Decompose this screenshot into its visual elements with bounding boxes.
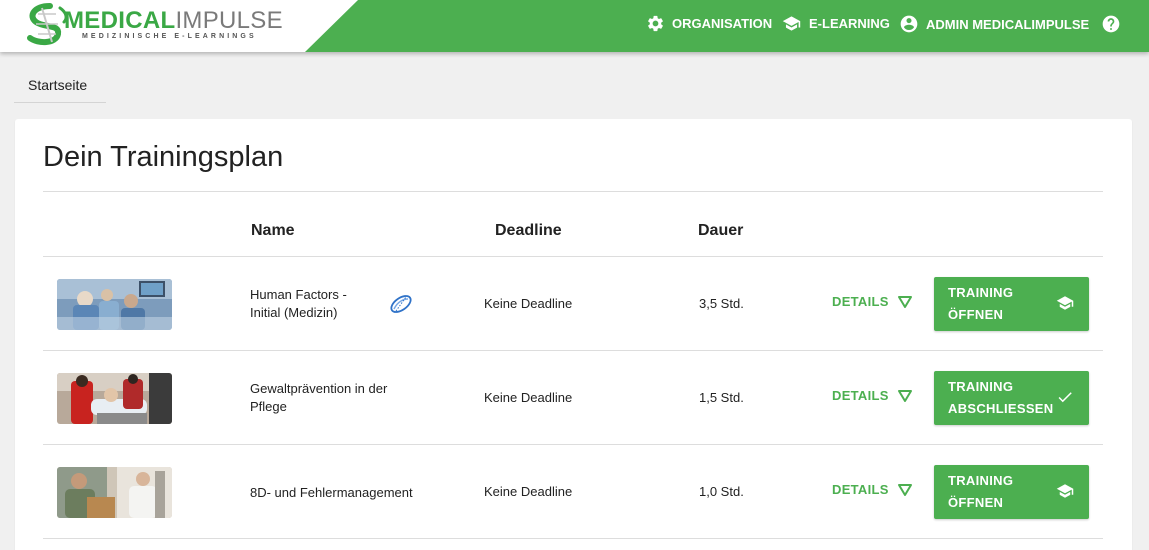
course-thumbnail (57, 467, 172, 518)
course-thumbnail (57, 373, 172, 424)
details-label: DETAILS (832, 482, 889, 497)
details-label: DETAILS (832, 388, 889, 403)
details-label: DETAILS (832, 294, 889, 309)
table-row: Human Factors - Initial (Medizin) Keine … (43, 257, 1103, 351)
partner-badge-icon (390, 295, 412, 313)
logo-panel: MEDICALIMPULSE MEDIZINISCHE E-LEARNINGS (0, 0, 358, 52)
column-header-name: Name (251, 222, 295, 239)
course-name-line1: Gewaltprävention in der (250, 381, 388, 396)
brand-name: MEDICALIMPULSE (64, 8, 283, 34)
graduation-cap-icon (1056, 296, 1074, 310)
details-toggle[interactable]: DETAILS (832, 482, 913, 497)
open-training-button[interactable]: TRAINING ÖFFNEN (934, 465, 1089, 519)
help-button[interactable] (1101, 14, 1128, 34)
course-duration: 1,0 Std. (699, 484, 744, 499)
course-name: Human Factors - Initial (Medizin) (250, 286, 380, 322)
details-toggle[interactable]: DETAILS (832, 294, 913, 309)
breadcrumb-home[interactable]: Startseite (14, 69, 106, 103)
top-app-bar: MEDICALIMPULSE MEDIZINISCHE E-LEARNINGS … (0, 0, 1149, 52)
triangle-down-icon (897, 483, 912, 496)
gear-icon (648, 15, 663, 32)
course-deadline: Keine Deadline (484, 390, 573, 405)
check-icon (1058, 392, 1072, 403)
nav-elearning[interactable]: E-LEARNING (781, 14, 890, 33)
title-divider (43, 191, 1103, 192)
account-circle-icon (900, 15, 918, 33)
nav-organisation-label: ORGANISATION (672, 16, 773, 31)
course-duration: 1,5 Std. (699, 390, 744, 405)
table-row: Gewaltprävention in der Pflege Keine Dea… (43, 351, 1103, 445)
column-header-deadline: Deadline (495, 222, 562, 239)
table-row: 8D- und Fehlermanagement Keine Deadline … (43, 445, 1103, 539)
course-name-line2: Pflege (250, 399, 287, 414)
nav-user-menu[interactable]: ADMIN MEDICALIMPULSE (899, 14, 1089, 34)
column-header-duration: Dauer (698, 222, 744, 239)
graduation-cap-icon (1056, 484, 1074, 498)
nav-user-label: ADMIN MEDICALIMPULSE (926, 16, 1090, 32)
page-title: Dein Trainingsplan (43, 141, 284, 173)
details-toggle[interactable]: DETAILS (832, 388, 913, 403)
course-duration: 3,5 Std. (699, 296, 744, 311)
nav-elearning-label: E-LEARNING (809, 16, 890, 31)
course-name-line1: 8D- und Fehlermanagement (250, 485, 413, 500)
course-name-line2: Initial (Medizin) (250, 305, 338, 320)
course-name: Gewaltprävention in der Pflege (250, 380, 400, 416)
graduation-cap-icon (782, 16, 801, 31)
open-training-button[interactable]: TRAINING ÖFFNEN (934, 277, 1089, 331)
course-deadline: Keine Deadline (484, 296, 573, 311)
help-circle-icon (1102, 15, 1120, 33)
training-plan-card: Dein Trainingsplan Name Deadline Dauer H… (15, 119, 1132, 550)
nav-organisation[interactable]: ORGANISATION (646, 14, 772, 33)
complete-training-button[interactable]: TRAINING ABSCHLIESSEN (934, 371, 1089, 425)
triangle-down-icon (897, 389, 912, 402)
course-thumbnail (57, 279, 172, 330)
brand-tagline: MEDIZINISCHE E-LEARNINGS (82, 33, 257, 40)
course-name-line1: Human Factors - (250, 287, 347, 302)
triangle-down-icon (897, 295, 912, 308)
brand-name-part2: IMPULSE (175, 7, 283, 34)
course-deadline: Keine Deadline (484, 484, 573, 499)
course-name: 8D- und Fehlermanagement (250, 484, 420, 502)
brand-name-part1: MEDICAL (64, 7, 176, 34)
